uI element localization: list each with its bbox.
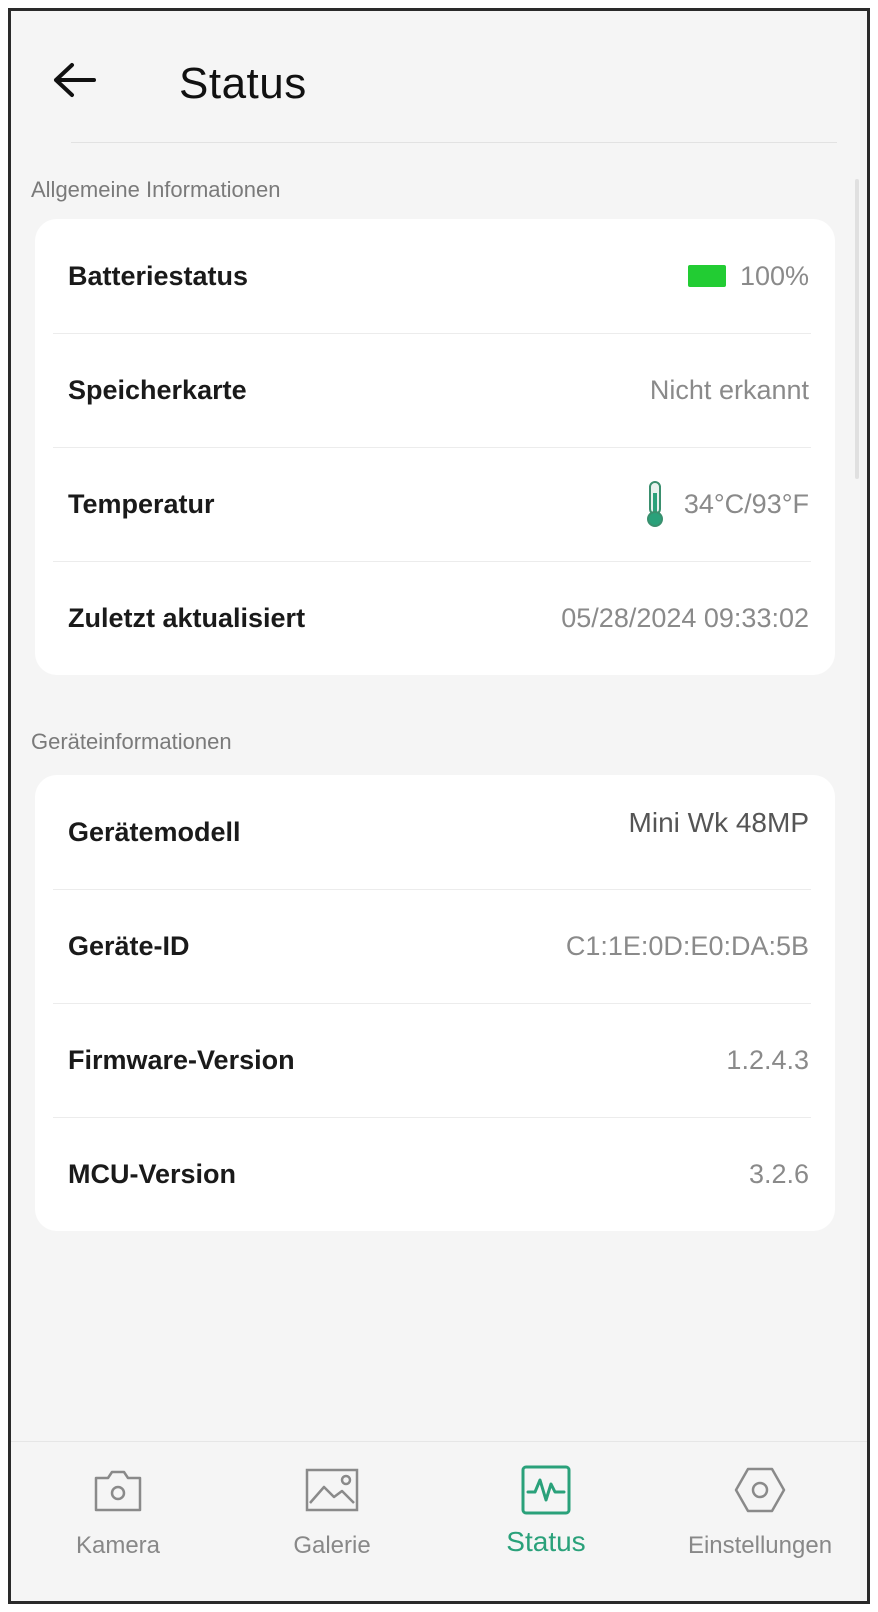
row-battery-status[interactable]: Batteriestatus 100% — [35, 219, 835, 333]
row-memory-card[interactable]: Speicherkarte Nicht erkannt — [35, 333, 835, 447]
temperature-value: 34°C/93°F — [683, 488, 809, 519]
row-value: 05/28/2024 09:33:02 — [561, 602, 809, 633]
row-device-id[interactable]: Geräte-ID C1:1E:0D:E0:DA:5B — [35, 889, 835, 1003]
row-value: 100% — [687, 260, 809, 292]
row-value: 3.2.6 — [748, 1158, 809, 1189]
row-label: Geräte-ID — [68, 930, 190, 961]
row-label: Zuletzt aktualisiert — [68, 602, 306, 633]
nav-label: Galerie — [293, 1532, 371, 1559]
card-device-info: Gerätemodell Mini Wk 48MP Geräte-ID C1:1… — [35, 775, 835, 1231]
nav-label: Status — [506, 1526, 586, 1557]
battery-percent: 100% — [739, 260, 809, 291]
row-mcu-version[interactable]: MCU-Version 3.2.6 — [35, 1117, 835, 1231]
row-label: Batteriestatus — [68, 260, 249, 291]
header: Status — [11, 11, 867, 151]
section-label-general: Allgemeine Informationen — [31, 177, 281, 202]
camera-icon — [90, 1462, 146, 1518]
row-label: MCU-Version — [68, 1158, 237, 1189]
row-label: Speicherkarte — [68, 374, 247, 405]
nav-item-status[interactable]: Status — [439, 1442, 653, 1601]
nav-item-settings[interactable]: Einstellungen — [653, 1442, 867, 1601]
settings-icon — [732, 1462, 788, 1518]
row-temperature[interactable]: Temperatur 34°C/93°F — [35, 447, 835, 561]
row-label: Temperatur — [68, 488, 215, 519]
nav-item-camera[interactable]: Kamera — [11, 1442, 225, 1601]
row-value: Nicht erkannt — [649, 374, 809, 405]
row-firmware-version[interactable]: Firmware-Version 1.2.4.3 — [35, 1003, 835, 1117]
thermometer-icon — [646, 481, 663, 527]
card-general-info: Batteriestatus 100% Speicherkarte Nicht … — [35, 219, 835, 675]
row-value: 1.2.4.3 — [726, 1044, 809, 1075]
scroll-indicator[interactable] — [855, 179, 859, 479]
row-value: C1:1E:0D:E0:DA:5B — [565, 930, 809, 961]
row-value: Mini Wk 48MP — [628, 807, 809, 838]
row-last-updated[interactable]: Zuletzt aktualisiert 05/28/2024 09:33:02 — [35, 561, 835, 675]
status-icon — [518, 1462, 574, 1518]
row-value: 34°C/93°F — [640, 479, 809, 529]
page-title: Status — [179, 59, 307, 108]
gallery-icon — [304, 1462, 360, 1518]
bottom-navigation: Kamera Galerie Status Einstellungen — [11, 1441, 867, 1601]
row-device-model[interactable]: Gerätemodell Mini Wk 48MP — [35, 775, 835, 889]
back-button[interactable] — [49, 55, 99, 105]
arrow-left-icon — [54, 63, 96, 97]
nav-item-gallery[interactable]: Galerie — [225, 1442, 439, 1601]
battery-icon — [687, 265, 726, 287]
header-divider — [71, 142, 837, 143]
row-label: Gerätemodell — [68, 816, 241, 847]
nav-label: Kamera — [75, 1532, 161, 1559]
app-window: Status Allgemeine Informationen Batterie… — [8, 8, 870, 1604]
section-label-device: Geräteinformationen — [31, 729, 232, 754]
nav-label: Einstellungen — [687, 1532, 833, 1559]
row-label: Firmware-Version — [68, 1044, 295, 1075]
